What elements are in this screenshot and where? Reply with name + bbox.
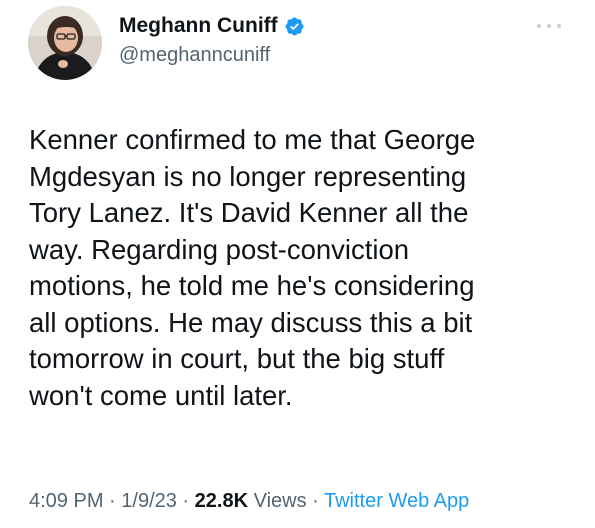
tweet-text-line: way. Regarding post-conviction	[29, 233, 410, 265]
views-label: Views	[248, 490, 307, 512]
avatar[interactable]	[28, 6, 102, 80]
tweet-text-line: won't come until later.	[29, 379, 293, 411]
tweet-time[interactable]: 4:09 PM	[29, 490, 103, 512]
author-handle[interactable]: @meghanncuniff	[119, 44, 270, 67]
tweet-date[interactable]: 1/9/23	[121, 490, 177, 512]
tweet-text-line: tomorrow in court, but the big stuff	[29, 343, 445, 374]
tweet-card: Meghann Cuniff @meghanncuniff Kenner con…	[0, 0, 595, 528]
author-name-row[interactable]: Meghann Cuniff	[119, 14, 305, 38]
author-display-name[interactable]: Meghann Cuniff	[119, 14, 278, 38]
tweet-text-line: all options. He may discuss this a bit	[29, 306, 473, 338]
tweet-text-line: Mgdesyan is no longer representing	[29, 160, 467, 192]
tweet-text-line: Tory Lanez. It's David Kenner all the	[29, 197, 469, 228]
tweet-text: Kenner confirmed to me that George Mgdes…	[29, 122, 569, 414]
avatar-photo	[28, 6, 102, 80]
verified-badge-icon	[284, 16, 305, 37]
meta-separator: ·	[103, 490, 122, 512]
views-count[interactable]: 22.8K	[195, 490, 248, 512]
tweet-text-line: Kenner confirmed to me that George	[29, 124, 476, 155]
tweet-text-line: motions, he told me he's considering	[29, 270, 475, 301]
tweet-meta: 4:09 PM · 1/9/23 · 22.8K Views · Twitter…	[29, 490, 469, 513]
meta-separator: ·	[306, 490, 324, 512]
more-options-icon[interactable]	[537, 22, 561, 30]
tweet-source-link[interactable]: Twitter Web App	[324, 490, 469, 512]
meta-separator: ·	[176, 490, 195, 512]
